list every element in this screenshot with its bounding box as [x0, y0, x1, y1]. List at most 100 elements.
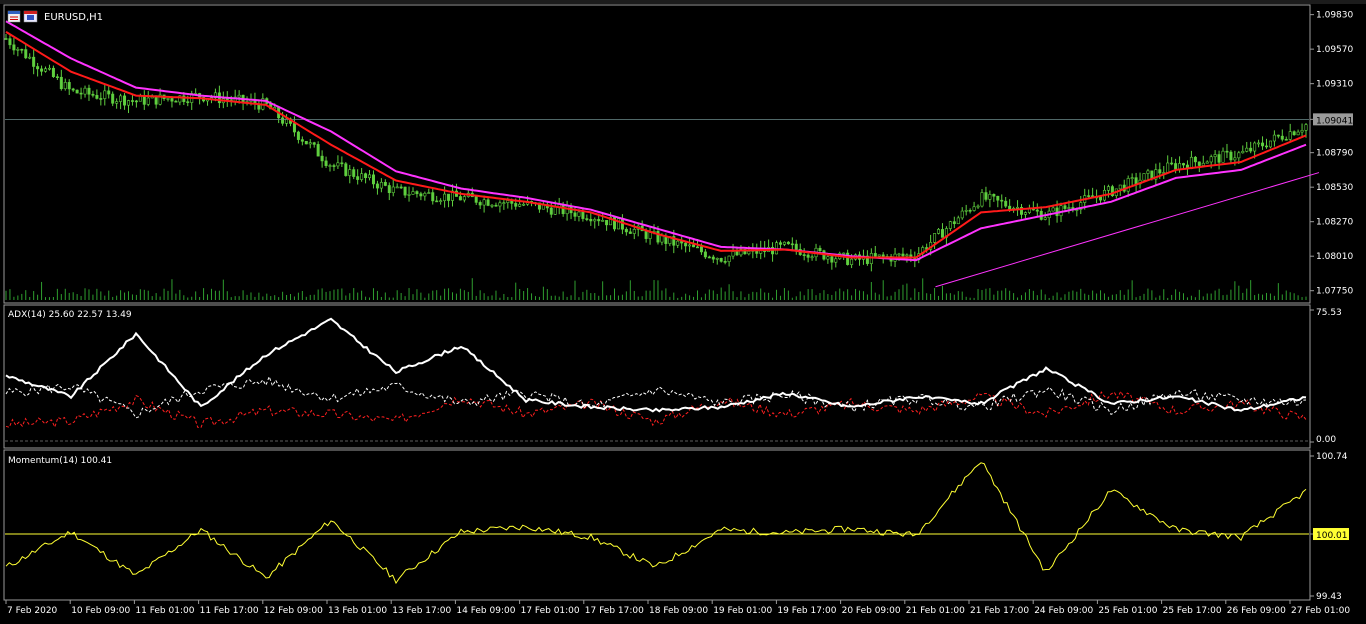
candle-body: [482, 199, 486, 206]
candle-body: [1004, 200, 1008, 207]
candle-body: [1118, 184, 1122, 190]
candle-body: [1016, 207, 1020, 209]
candle-body: [1245, 147, 1249, 152]
adx-panel[interactable]: [3, 304, 1311, 449]
time-tick-label: 11 Feb 17:00: [200, 606, 259, 616]
candle-body: [968, 209, 972, 212]
momentum-panel[interactable]: [3, 449, 1311, 601]
candle-body: [842, 252, 846, 255]
current-price-label: 1.09041: [1316, 116, 1353, 126]
candle-body: [1253, 142, 1257, 152]
candle-body: [1178, 163, 1182, 170]
candle-body: [676, 240, 680, 246]
candle-body: [778, 242, 782, 245]
candle-body: [1280, 135, 1284, 140]
price-tick-label: 1.08010: [1316, 252, 1353, 262]
adx-title: ADX(14) 25.60 22.57 13.49: [8, 310, 132, 320]
candle-body: [47, 67, 51, 70]
candle-body: [71, 88, 75, 91]
candle-body: [660, 235, 664, 243]
candle-body: [937, 229, 941, 234]
candle-body: [1257, 142, 1261, 145]
candle-body: [427, 192, 431, 194]
candle-body: [237, 94, 241, 98]
time-tick-label: 13 Feb 17:00: [392, 606, 451, 616]
candle-body: [1142, 173, 1146, 181]
candle-body: [1063, 205, 1067, 209]
candle-body: [727, 255, 731, 262]
candle-body: [1174, 163, 1178, 170]
candle-body: [601, 220, 605, 222]
candle-body: [67, 82, 71, 90]
candle-body: [1023, 212, 1027, 215]
candle-body: [1272, 134, 1276, 142]
candle-body: [324, 160, 328, 167]
candle-body: [486, 199, 490, 206]
chart-symbol-title: EURUSD,H1: [44, 12, 103, 23]
time-tick-label: 26 Feb 09:00: [1227, 606, 1286, 616]
candle-body: [1288, 131, 1292, 140]
candle-body: [794, 243, 798, 250]
candle-body: [1166, 162, 1170, 173]
candle-body: [802, 254, 806, 256]
candle-body: [1205, 161, 1209, 164]
candle-body: [1182, 163, 1186, 166]
candle-body: [901, 253, 905, 257]
candle-body: [320, 155, 324, 162]
time-tick-label: 27 Feb 01:00: [1291, 606, 1350, 616]
candle-body: [352, 169, 356, 177]
candle-body: [332, 165, 336, 167]
candle-body: [308, 142, 312, 145]
candle-body: [225, 98, 229, 101]
candle-body: [55, 76, 59, 78]
candle-body: [490, 204, 494, 207]
candle-body: [549, 207, 553, 215]
candle-body: [960, 210, 964, 219]
candle-body: [581, 211, 585, 219]
candle-body: [695, 246, 699, 249]
time-tick-label: 11 Feb 01:00: [135, 606, 194, 616]
candle-body: [992, 194, 996, 197]
momentum-tick-label: 100.74: [1316, 452, 1348, 462]
price-tick-label: 1.08790: [1316, 149, 1353, 159]
candle-body: [850, 258, 854, 265]
candle-body: [731, 251, 735, 257]
candle-body: [688, 244, 692, 247]
candle-body: [146, 97, 150, 105]
candle-body: [818, 247, 822, 251]
price-axis: 1.09830 1.09570 1.09310 1.09041 1.08790 1.085…: [1310, 11, 1353, 602]
candle-body: [715, 257, 719, 260]
candle-body: [735, 251, 739, 256]
candle-body: [1189, 156, 1193, 169]
candle-body: [40, 68, 44, 72]
symbol-icon[interactable]: [23, 10, 38, 23]
candle-body: [1284, 138, 1288, 141]
candle-body: [585, 218, 589, 220]
candle-body: [514, 203, 518, 207]
time-tick-label: 17 Feb 17:00: [585, 606, 644, 616]
candle-body: [63, 82, 67, 90]
trading-chart[interactable]: 1.09830 1.09570 1.09310 1.09041 1.08790 1.085…: [0, 0, 1366, 624]
chart-window-icon[interactable]: [7, 10, 21, 23]
candle-body: [1296, 131, 1300, 136]
candle-body: [1201, 162, 1205, 166]
main-price-panel[interactable]: [3, 4, 1311, 304]
candle-body: [474, 196, 478, 203]
candle-body: [707, 256, 711, 259]
candle-body: [1276, 134, 1280, 137]
candle-body: [790, 243, 794, 246]
price-tick-label: 1.09830: [1316, 11, 1353, 21]
candle-body: [328, 165, 332, 167]
candle-body: [395, 186, 399, 189]
candle-body: [723, 261, 727, 263]
candle-body: [375, 183, 379, 189]
candle-body: [1170, 162, 1174, 165]
candle-body: [134, 100, 138, 103]
candle-body: [1249, 147, 1253, 152]
candle-body: [59, 76, 63, 90]
candle-body: [75, 89, 79, 94]
price-tick-label: 1.08530: [1316, 183, 1353, 193]
candle-body: [834, 258, 838, 263]
candle-body: [830, 256, 834, 263]
candle-body: [360, 173, 364, 180]
